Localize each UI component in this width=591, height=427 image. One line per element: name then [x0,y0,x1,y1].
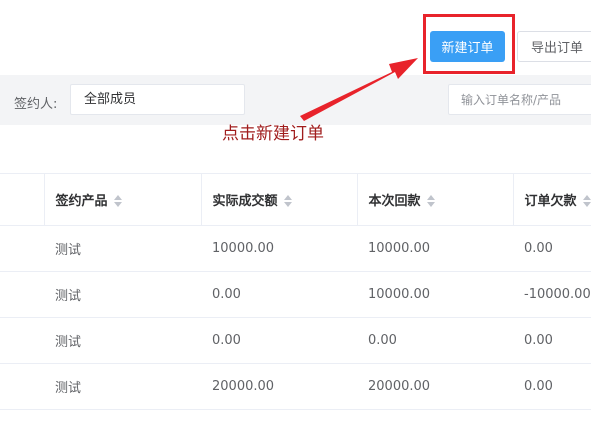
table-cell [0,363,44,410]
new-order-button[interactable]: 新建订单 [430,31,505,62]
table-header-row: 签约产品 实际成交额 本次回款 订单欠款 [0,173,591,226]
search-input[interactable] [448,84,591,115]
table-cell-arrears: 0.00 [513,363,591,410]
table-cell-payment: 0.00 [357,317,513,364]
table-cell-payment: 10000.00 [357,271,513,318]
table-cell-amount: 0.00 [201,271,357,318]
table-cell-product: 测试 [44,225,201,272]
sort-icon[interactable] [283,194,293,207]
table-cell-amount: 0.00 [201,317,357,364]
annotation-label: 点击新建订单 [222,124,324,144]
column-header-label: 订单欠款 [524,194,577,209]
table-row[interactable]: 测试 0.00 0.00 0.00 [0,317,591,364]
column-header-label: 实际成交额 [212,194,278,209]
table-cell-product: 测试 [44,363,201,410]
table-cell-product: 测试 [44,317,201,364]
export-orders-button[interactable]: 导出订单 [517,31,591,62]
table-cell-payment: 20000.00 [357,363,513,410]
table-cell [0,317,44,364]
table-cell-product: 测试 [44,271,201,318]
table-cell-arrears: 0.00 [513,317,591,364]
sort-icon[interactable] [426,194,436,207]
column-header-amount[interactable]: 实际成交额 [200,173,357,226]
column-header-hidden [0,173,44,226]
column-header-payment[interactable]: 本次回款 [356,173,513,226]
table-row[interactable]: 测试 10000.00 10000.00 0.00 [0,225,591,272]
signer-label: 签约人: [14,97,58,112]
orders-table: 签约产品 实际成交额 本次回款 订单欠款 测试 10000.00 10000.0… [0,173,591,410]
sort-icon[interactable] [582,194,591,207]
table-cell [0,225,44,272]
signer-select[interactable]: 全部成员 [70,84,245,115]
table-cell-amount: 20000.00 [201,363,357,410]
table-cell-arrears: -10000.00 [513,271,591,318]
table-row[interactable]: 测试 0.00 10000.00 -10000.00 [0,271,591,318]
table-cell-amount: 10000.00 [201,225,357,272]
column-header-product[interactable]: 签约产品 [43,173,201,226]
sort-icon[interactable] [113,194,123,207]
table-row[interactable]: 测试 20000.00 20000.00 0.00 [0,363,591,410]
column-header-arrears[interactable]: 订单欠款 [512,173,591,226]
table-cell-payment: 10000.00 [357,225,513,272]
table-cell [0,271,44,318]
column-header-label: 本次回款 [368,194,421,209]
column-header-label: 签约产品 [55,194,108,209]
table-cell-arrears: 0.00 [513,225,591,272]
